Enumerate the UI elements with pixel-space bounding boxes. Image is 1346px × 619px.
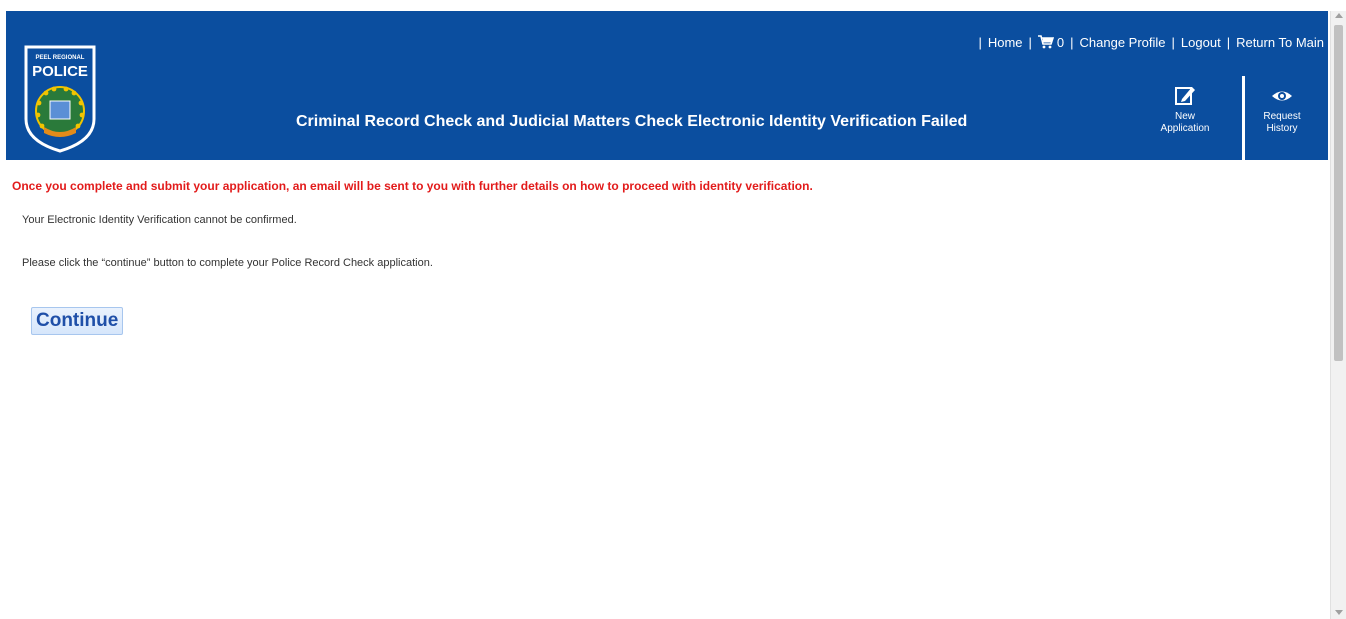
request-history-button[interactable]: Request History: [1251, 85, 1313, 135]
nav-separator: |: [1226, 34, 1231, 50]
continue-instruction-message: Please click the “continue” button to co…: [22, 257, 433, 269]
scroll-down-arrow-icon[interactable]: [1335, 610, 1343, 615]
svg-text:PEEL REGIONAL: PEEL REGIONAL: [36, 55, 85, 61]
nav-separator: |: [978, 34, 982, 50]
eye-icon: [1272, 91, 1292, 101]
svg-text:POLICE: POLICE: [32, 63, 88, 80]
cart-link[interactable]: 0: [1037, 34, 1065, 50]
page: PEEL REGIONAL POLICE | Home | 0 | Change…: [0, 0, 1328, 619]
shopping-cart-icon: [1037, 35, 1054, 49]
continue-button[interactable]: Continue: [31, 307, 124, 335]
page-title: Criminal Record Check and Judicial Matte…: [296, 113, 968, 130]
nav-separator: |: [1028, 34, 1032, 50]
new-application-label: New Application: [1160, 111, 1210, 134]
edit-icon: [1175, 87, 1195, 105]
toolbar-divider: [1242, 76, 1245, 160]
police-logo[interactable]: PEEL REGIONAL POLICE: [20, 41, 100, 153]
scroll-up-arrow-icon[interactable]: [1335, 13, 1343, 18]
header-banner: PEEL REGIONAL POLICE | Home | 0 | Change…: [6, 11, 1328, 160]
request-history-label: Request History: [1263, 111, 1301, 134]
top-navigation: | Home | 0 | Change Profile | Logout | R…: [972, 32, 1324, 52]
scrollbar-thumb[interactable]: [1334, 25, 1343, 361]
nav-separator: |: [1171, 34, 1175, 50]
vertical-scrollbar[interactable]: [1330, 11, 1346, 619]
change-profile-link[interactable]: Change Profile: [1080, 35, 1166, 50]
logout-link[interactable]: Logout: [1181, 35, 1221, 50]
home-link[interactable]: Home: [988, 35, 1023, 50]
nav-separator: |: [1070, 34, 1074, 50]
new-application-button[interactable]: New Application: [1154, 85, 1216, 135]
return-to-main-link[interactable]: Return To Main: [1236, 35, 1324, 50]
cart-count: 0: [1056, 34, 1065, 50]
verification-failed-message: Your Electronic Identity Verification ca…: [22, 214, 297, 226]
identity-verification-alert: Once you complete and submit your applic…: [12, 179, 813, 193]
